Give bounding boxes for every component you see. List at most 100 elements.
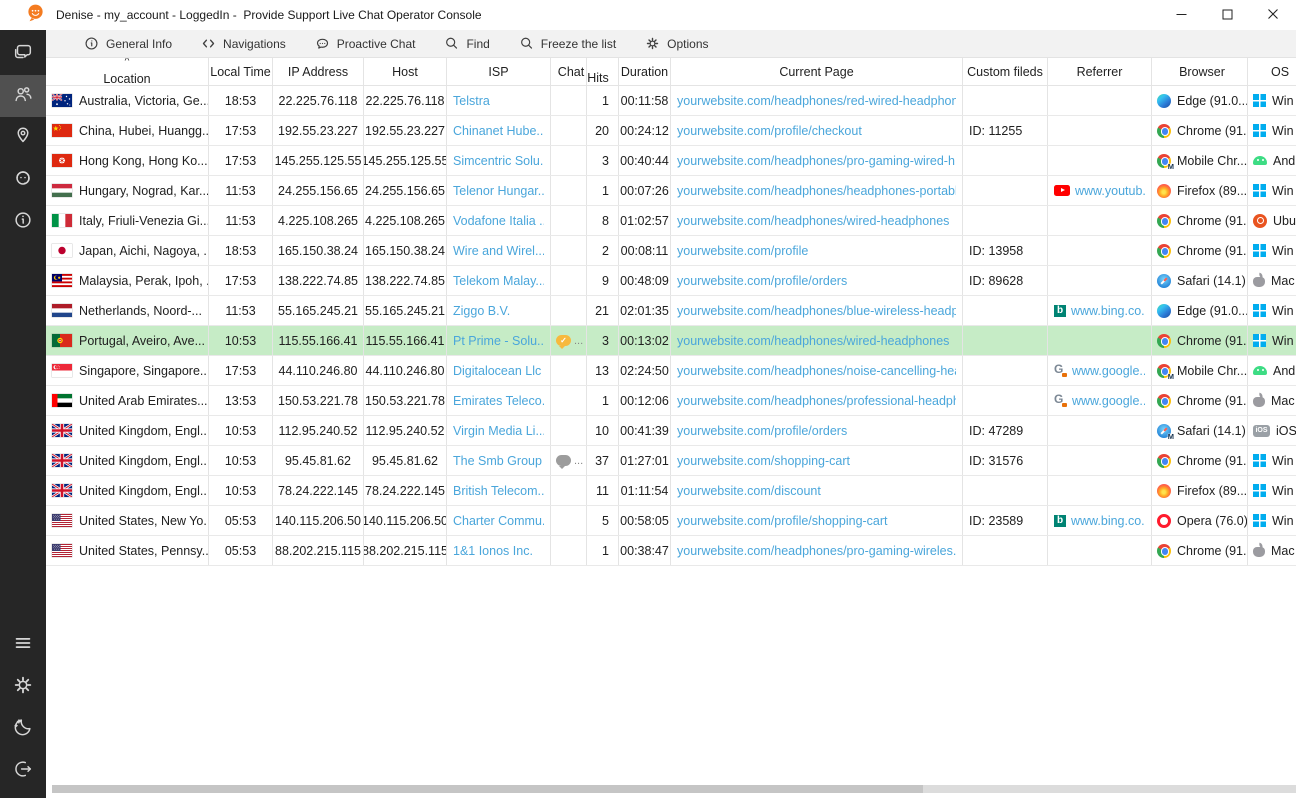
current-page-link[interactable]: yourwebsite.com/discount: [677, 484, 821, 498]
scrollbar-thumb[interactable]: [52, 785, 923, 793]
toolbar-button-find[interactable]: Find: [444, 36, 489, 51]
current-page-link[interactable]: yourwebsite.com/profile/shopping-cart: [677, 514, 888, 528]
cell-referrer: www.youtub...: [1048, 176, 1152, 205]
toolbar-button-options[interactable]: Options: [645, 36, 708, 51]
maximize-button[interactable]: [1204, 0, 1250, 30]
visitor-row[interactable]: Australia, Victoria, Ge...18:5322.225.76…: [46, 86, 1296, 116]
cell-host: 4.225.108.265: [364, 206, 447, 235]
isp-link[interactable]: Charter Commu...: [453, 514, 544, 528]
column-header-hits[interactable]: Hits: [587, 58, 619, 85]
visitor-row[interactable]: Hong Kong, Hong Ko...17:53145.255.125.55…: [46, 146, 1296, 176]
isp-link[interactable]: Simcentric Solu...: [453, 154, 544, 168]
sidebar-item-logout[interactable]: [0, 750, 46, 792]
current-page-link[interactable]: yourwebsite.com/headphones/wired-headpho…: [677, 334, 949, 348]
isp-link[interactable]: Digitalocean Llc: [453, 364, 541, 378]
visitor-location: Italy, Friuli-Venezia Gi...: [79, 214, 209, 228]
isp-link[interactable]: Vodafone Italia ...: [453, 214, 544, 228]
current-page-link[interactable]: yourwebsite.com/headphones/blue-wireless…: [677, 304, 956, 318]
visitor-row[interactable]: United States, New Yo...05:53140.115.206…: [46, 506, 1296, 536]
toolbar-button-proactive-chat[interactable]: Proactive Chat: [315, 36, 416, 51]
current-page-link[interactable]: yourwebsite.com/profile/orders: [677, 424, 847, 438]
isp-link[interactable]: Chinanet Hube...: [453, 124, 544, 138]
referrer-link[interactable]: www.bing.co...: [1071, 514, 1145, 528]
current-page-link[interactable]: yourwebsite.com/profile/checkout: [677, 124, 862, 138]
isp-link[interactable]: British Telecom...: [453, 484, 544, 498]
current-page-link[interactable]: yourwebsite.com/headphones/wired-headpho…: [677, 214, 949, 228]
visitor-row[interactable]: United Kingdom, Engl...10:5378.24.222.14…: [46, 476, 1296, 506]
referrer-link[interactable]: www.youtub...: [1075, 184, 1145, 198]
visitor-row[interactable]: United Arab Emirates...13:53150.53.221.7…: [46, 386, 1296, 416]
sidebar-item-info[interactable]: [0, 201, 46, 243]
column-header-custom-fileds[interactable]: Custom fileds: [963, 58, 1048, 85]
sidebar-item-settings[interactable]: [0, 666, 46, 708]
column-header-ip-address[interactable]: IP Address: [273, 58, 364, 85]
toolbar-button-general-info[interactable]: General Info: [84, 36, 172, 51]
current-page-link[interactable]: yourwebsite.com/headphones/headphones-po…: [677, 184, 956, 198]
toolbar-button-navigations[interactable]: Navigations: [201, 36, 286, 51]
column-header-label: Chat: [558, 65, 584, 79]
column-header-duration[interactable]: Duration: [619, 58, 671, 85]
current-page-link[interactable]: yourwebsite.com/headphones/pro-gaming-wi…: [677, 544, 956, 558]
sidebar-item-away-mode[interactable]: [0, 708, 46, 750]
isp-link[interactable]: Ziggo B.V.: [453, 304, 510, 318]
column-header-location[interactable]: ^Location: [46, 58, 209, 85]
visitor-row[interactable]: Italy, Friuli-Venezia Gi...11:534.225.10…: [46, 206, 1296, 236]
visitor-row[interactable]: Portugal, Aveiro, Ave...10:53115.55.166.…: [46, 326, 1296, 356]
isp-link[interactable]: The Smb Group: [453, 454, 542, 468]
isp-link[interactable]: Telstra: [453, 94, 490, 108]
column-header-isp[interactable]: ISP: [447, 58, 551, 85]
column-header-local-time[interactable]: Local Time: [209, 58, 273, 85]
visitor-row[interactable]: Japan, Aichi, Nagoya, ...18:53165.150.38…: [46, 236, 1296, 266]
flag-netherlands-icon: [52, 304, 72, 317]
chat-more-label: ...: [574, 455, 583, 467]
cell-referrer: [1048, 146, 1152, 175]
cell-current-page: yourwebsite.com/discount: [671, 476, 963, 505]
visitor-row[interactable]: Singapore, Singapore...17:5344.110.246.8…: [46, 356, 1296, 386]
toolbar-button-freeze-the-list[interactable]: Freeze the list: [519, 36, 616, 51]
current-page-link[interactable]: yourwebsite.com/headphones/red-wired-hea…: [677, 94, 956, 108]
column-header-host[interactable]: Host: [364, 58, 447, 85]
isp-link[interactable]: 1&1 Ionos Inc.: [453, 544, 533, 558]
sidebar-item-menu[interactable]: [0, 624, 46, 666]
current-page-link[interactable]: yourwebsite.com/headphones/professional-…: [677, 394, 956, 408]
isp-link[interactable]: Virgin Media Li...: [453, 424, 544, 438]
referrer-link[interactable]: www.google...: [1072, 364, 1145, 378]
referrer-link[interactable]: www.bing.co...: [1071, 304, 1145, 318]
sidebar-item-chats[interactable]: [0, 33, 46, 75]
sidebar-item-geo-location[interactable]: [0, 117, 46, 159]
cell-chat: [551, 146, 587, 175]
visitor-row[interactable]: Malaysia, Perak, Ipoh, ...17:53138.222.7…: [46, 266, 1296, 296]
sidebar-item-operator[interactable]: [0, 159, 46, 201]
column-header-referrer[interactable]: Referrer: [1048, 58, 1152, 85]
close-button[interactable]: [1250, 0, 1296, 30]
visitor-row[interactable]: United Kingdom, Engl...10:53112.95.240.5…: [46, 416, 1296, 446]
isp-link[interactable]: Wire and Wirel...: [453, 244, 544, 258]
visitor-row[interactable]: United Kingdom, Engl...10:5395.45.81.629…: [46, 446, 1296, 476]
sidebar-item-visitors[interactable]: [0, 75, 46, 117]
isp-link[interactable]: Telekom Malay...: [453, 274, 544, 288]
column-header-browser[interactable]: Browser: [1152, 58, 1248, 85]
visitor-row[interactable]: United States, Pennsy...05:5388.202.215.…: [46, 536, 1296, 566]
isp-link[interactable]: Emirates Teleco...: [453, 394, 544, 408]
freeze-list-icon: [519, 36, 534, 51]
visitor-row[interactable]: Netherlands, Noord-...11:5355.165.245.21…: [46, 296, 1296, 326]
cell-browser: Chrome (91...: [1152, 536, 1248, 565]
isp-link[interactable]: Pt Prime - Solu...: [453, 334, 544, 348]
column-header-current-page[interactable]: Current Page: [671, 58, 963, 85]
toolbar-button-label: Options: [667, 37, 708, 51]
current-page-link[interactable]: yourwebsite.com/profile: [677, 244, 808, 258]
current-page-link[interactable]: yourwebsite.com/headphones/pro-gaming-wi…: [677, 154, 956, 168]
current-page-link[interactable]: yourwebsite.com/shopping-cart: [677, 454, 850, 468]
visitor-row[interactable]: Hungary, Nograd, Kar...11:5324.255.156.6…: [46, 176, 1296, 206]
cell-hits: 37: [587, 446, 619, 475]
referrer-link[interactable]: www.google...: [1072, 394, 1145, 408]
current-page-link[interactable]: yourwebsite.com/headphones/noise-cancell…: [677, 364, 956, 378]
horizontal-scrollbar[interactable]: [52, 785, 1296, 793]
isp-link[interactable]: Telenor Hungar...: [453, 184, 544, 198]
current-page-link[interactable]: yourwebsite.com/profile/orders: [677, 274, 847, 288]
minimize-button[interactable]: [1158, 0, 1204, 30]
visitor-location: Japan, Aichi, Nagoya, ...: [79, 244, 209, 258]
visitor-row[interactable]: China, Hubei, Huangg...17:53192.55.23.22…: [46, 116, 1296, 146]
column-header-chat[interactable]: Chat: [551, 58, 587, 85]
column-header-os[interactable]: OS: [1248, 58, 1296, 85]
